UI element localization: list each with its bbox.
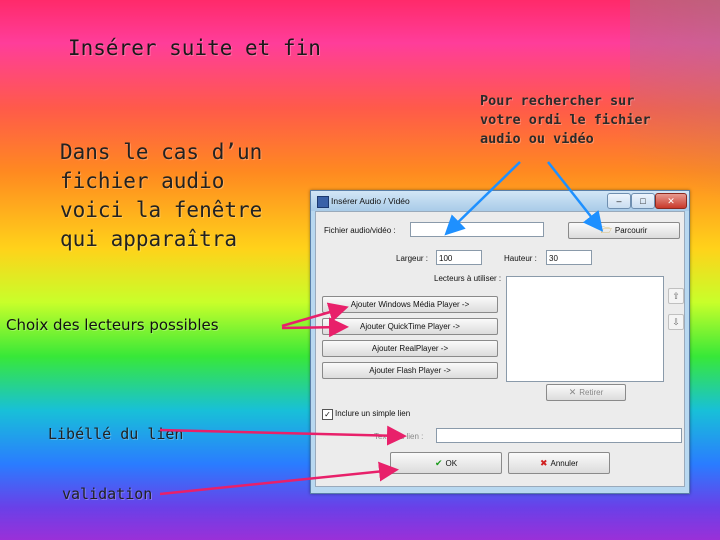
file-label: Fichier audio/vidéo :: [324, 226, 396, 235]
insert-audio-video-dialog: Insérer Audio / Vidéo – □ ✕ Fichier audi…: [310, 190, 690, 494]
link-text-input[interactable]: [436, 428, 682, 443]
cancel-x-icon: ✖: [539, 458, 548, 468]
slide-title: Insérer suite et fin: [68, 36, 321, 60]
add-windows-media-player-button[interactable]: Ajouter Windows Média Player ->: [322, 296, 498, 313]
ok-button[interactable]: ✔ OK: [390, 452, 502, 474]
width-label: Largeur :: [396, 254, 429, 263]
height-label: Hauteur :: [504, 254, 537, 263]
ok-button-label: OK: [445, 459, 458, 468]
height-input[interactable]: 30: [546, 250, 592, 265]
app-icon: [317, 196, 329, 208]
remove-button-label: Retirer: [579, 388, 604, 397]
validation-annotation: validation: [62, 485, 153, 503]
width-input[interactable]: 100: [436, 250, 482, 265]
maximize-button[interactable]: □: [631, 193, 655, 209]
folder-icon: 🗁: [600, 225, 612, 235]
add-quicktime-player-button[interactable]: Ajouter QuickTime Player ->: [322, 318, 498, 335]
add-flash-player-button[interactable]: Ajouter Flash Player ->: [322, 362, 498, 379]
browse-button[interactable]: 🗁 Parcourir: [568, 222, 680, 239]
move-down-icon[interactable]: ⇩: [668, 314, 684, 330]
cancel-button-label: Annuler: [550, 459, 579, 468]
remove-icon: ✕: [568, 387, 577, 397]
minimize-button[interactable]: –: [607, 193, 631, 209]
link-annotation: Libéllé du lien: [48, 425, 184, 443]
ok-check-icon: ✔: [434, 458, 443, 468]
close-button[interactable]: ✕: [655, 193, 687, 209]
include-link-label: Inclure un simple lien: [335, 409, 411, 418]
players-list-label: Lecteurs à utiliser :: [434, 274, 502, 283]
move-up-icon[interactable]: ⇧: [668, 288, 684, 304]
remove-button[interactable]: ✕ Retirer: [546, 384, 626, 401]
players-list[interactable]: [506, 276, 664, 382]
file-input[interactable]: [410, 222, 544, 237]
dialog-titlebar: Insérer Audio / Vidéo – □ ✕: [311, 191, 689, 211]
dialog-body: Fichier audio/vidéo : 🗁 Parcourir Largeur…: [315, 211, 685, 487]
link-text-label: Texte du lien :: [374, 432, 424, 441]
add-realplayer-button[interactable]: Ajouter RealPlayer ->: [322, 340, 498, 357]
browse-hint-text: Pour rechercher sur votre ordi le fichie…: [480, 93, 651, 147]
cancel-button[interactable]: ✖ Annuler: [508, 452, 610, 474]
players-annotation: Choix des lecteurs possibles: [6, 316, 219, 334]
dialog-title: Insérer Audio / Vidéo: [331, 196, 410, 206]
slide-intro-text: Dans le cas d’un fichier audio voici la …: [60, 140, 263, 251]
browse-button-label: Parcourir: [614, 226, 648, 235]
include-link-checkbox[interactable]: ✓: [322, 409, 333, 420]
